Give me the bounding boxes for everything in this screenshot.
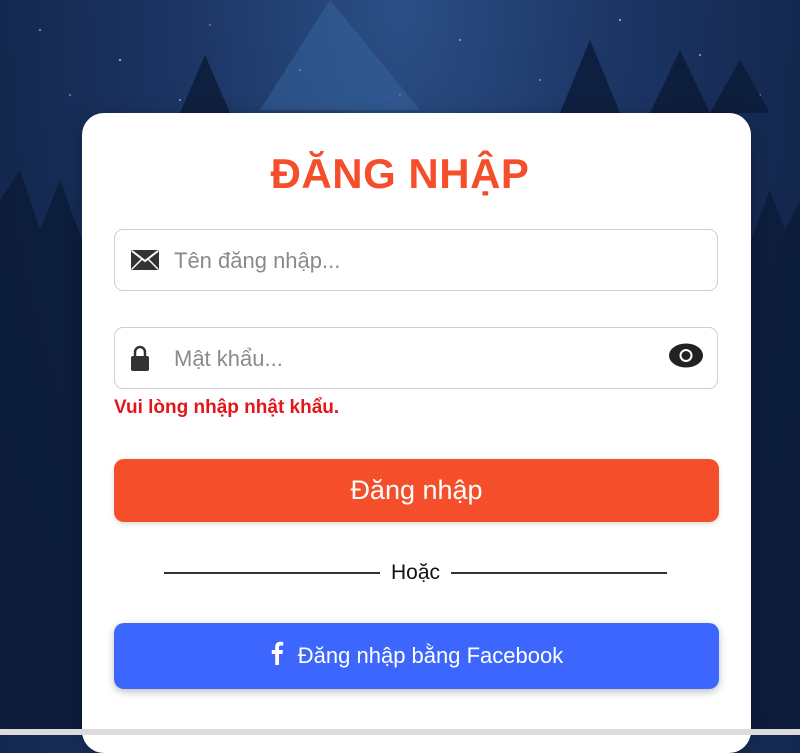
facebook-icon <box>270 641 284 672</box>
password-field[interactable] <box>114 327 718 390</box>
page-title: ĐĂNG NHẬP <box>270 150 530 197</box>
login-button[interactable]: Đăng nhập <box>114 459 719 522</box>
facebook-login-button[interactable]: Đăng nhập bằng Facebook <box>114 623 719 689</box>
lock-icon <box>131 345 149 371</box>
facebook-login-label: Đăng nhập bằng Facebook <box>297 643 564 668</box>
bottom-edge <box>0 729 800 735</box>
username-input[interactable] <box>172 230 656 292</box>
or-divider: Hoặc <box>164 561 667 585</box>
eye-icon[interactable] <box>669 343 703 373</box>
password-input[interactable] <box>172 328 656 390</box>
password-error-message: Vui lòng nhập nhật khẩu. <box>114 397 340 418</box>
envelope-icon <box>131 250 159 270</box>
username-field[interactable] <box>114 229 718 292</box>
divider-line-right <box>451 572 667 574</box>
